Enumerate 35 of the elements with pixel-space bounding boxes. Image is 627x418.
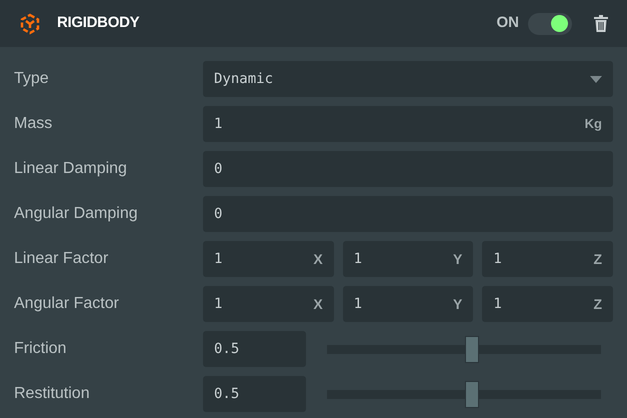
field-label: Angular Factor — [14, 294, 120, 314]
number-input[interactable]: 0.5 — [203, 331, 306, 367]
number-input[interactable]: 1 — [493, 248, 502, 270]
number-input[interactable]: 1 — [354, 294, 362, 314]
field-label: Mass — [14, 114, 54, 134]
trash-icon[interactable] — [594, 15, 608, 32]
slider-thumb[interactable] — [465, 336, 480, 362]
axis-label: Z — [593, 250, 602, 268]
field-label: Friction — [14, 339, 68, 359]
number-input[interactable]: 1 — [214, 294, 222, 314]
slider-thumb[interactable] — [465, 380, 480, 408]
field-label: Restitution — [14, 384, 91, 404]
field-label: Angular Damping — [14, 204, 139, 224]
field-label: Linear Damping — [14, 159, 128, 179]
field-label: Type — [14, 69, 50, 89]
axis-label: X — [313, 294, 323, 314]
axis-label: Y — [452, 250, 462, 268]
number-input[interactable]: 0.5 — [203, 376, 306, 412]
toggle-label: ON — [496, 13, 519, 34]
field-label: Linear Factor — [14, 249, 110, 269]
toggle-switch[interactable] — [528, 12, 572, 34]
axis-label: Y — [452, 294, 462, 314]
number-input[interactable]: 0 — [214, 158, 222, 180]
cube-logo-icon — [19, 12, 41, 34]
number-input[interactable]: 1 — [214, 114, 222, 134]
number-input[interactable]: 0 — [214, 204, 222, 224]
unit-label: Kg — [584, 115, 602, 134]
panel-title: RIGIDBODY — [57, 13, 140, 34]
number-input[interactable]: 1 — [354, 248, 362, 270]
caret-icon — [590, 76, 602, 82]
axis-label: Z — [593, 294, 602, 314]
axis-label: X — [313, 250, 323, 268]
number-input[interactable]: 1 — [493, 294, 502, 314]
type-dropdown[interactable]: Dynamic — [203, 61, 613, 97]
number-input[interactable]: 1 — [214, 248, 222, 270]
